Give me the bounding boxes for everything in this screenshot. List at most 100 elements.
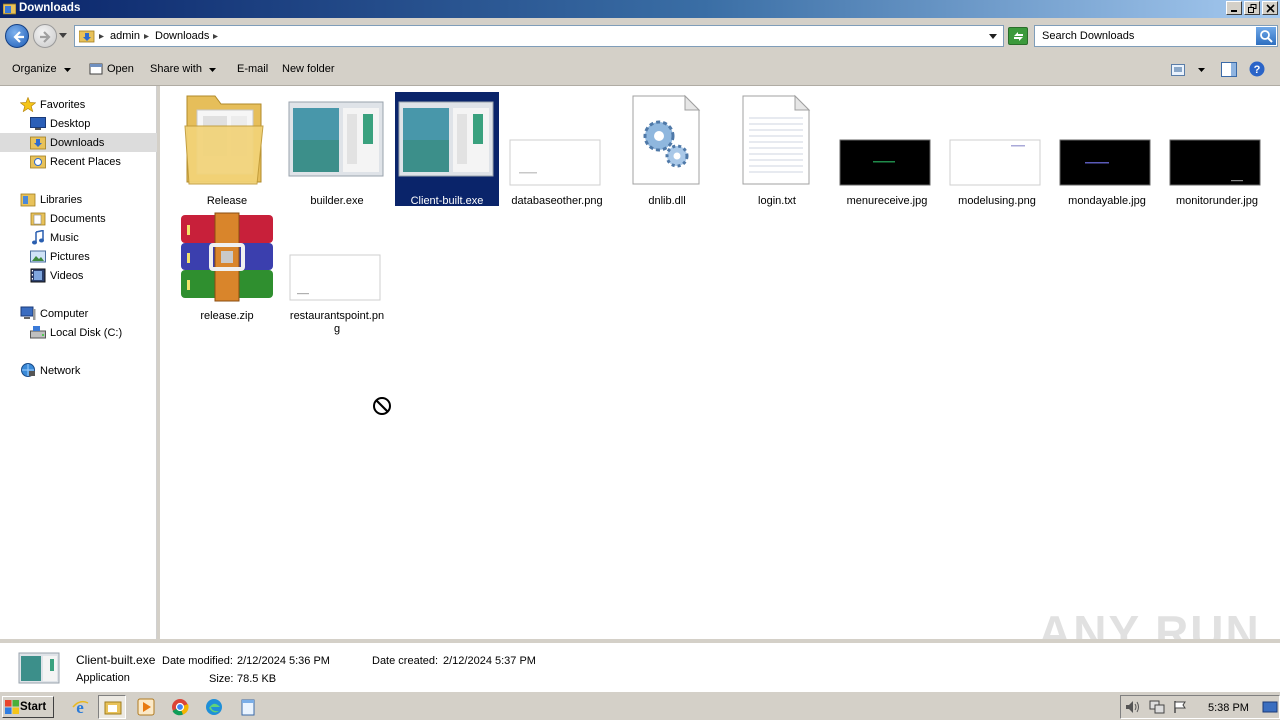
folder-icon [104,701,122,715]
folder-icon [3,3,16,15]
file-item-client-built-exe[interactable]: Client-built.exe [395,92,499,207]
not-allowed-cursor-icon [373,397,391,415]
breadcrumb-separator-icon[interactable] [213,34,218,39]
email-button[interactable]: E-mail [237,63,268,75]
nav-music[interactable]: Music [0,228,157,247]
recent-pages-dropdown-icon[interactable] [59,33,67,38]
nav-label: Music [50,232,79,244]
taskbar-notepad[interactable] [234,695,262,719]
command-bar: Organize Open Share with E-mail New fold… [0,54,1280,86]
application-window-icon [398,101,494,177]
breadcrumb-separator-icon[interactable] [144,34,149,39]
file-item-builder-exe[interactable]: builder.exe [285,92,389,207]
breadcrumb-downloads[interactable]: Downloads [155,30,209,42]
details-file-name: Client-built.exe [76,653,156,667]
minimize-button[interactable] [1226,1,1242,15]
file-name: mondayable.jpg [1068,195,1146,207]
file-item-modelusing-png[interactable]: modelusing.png [945,92,1049,207]
taskbar-internet-explorer[interactable]: e [66,695,94,719]
window-title: Downloads [19,2,81,14]
address-row: admin Downloads Search Downloads [0,18,1280,54]
file-item-mondayable-jpg[interactable]: mondayable.jpg [1055,92,1159,207]
svg-text:?: ? [1254,64,1261,76]
image-thumbnail-icon [839,139,931,186]
svg-text:e: e [76,698,84,716]
nav-label: Libraries [40,194,83,206]
share-with-menu[interactable]: Share with [150,63,202,75]
file-item-dnlib-dll[interactable]: dnlib.dll [615,92,719,207]
nav-label: Computer [40,308,89,320]
close-button[interactable] [1262,1,1278,15]
share-with-dropdown-icon[interactable] [209,68,216,72]
computer-icon [20,306,36,320]
nav-computer[interactable]: Computer [0,304,157,323]
open-icon [89,63,103,75]
nav-downloads[interactable]: Downloads [0,133,157,152]
view-options-dropdown-icon[interactable] [1198,68,1205,72]
preview-pane-icon[interactable] [1221,62,1237,77]
refresh-icon [1014,32,1023,41]
details-file-type: Application [76,672,130,684]
refresh-button[interactable] [1008,27,1028,45]
restore-icon [1248,4,1257,13]
speaker-icon[interactable] [1125,700,1141,714]
taskbar-clock[interactable]: 5:38 PM [1208,702,1249,714]
taskbar-media-player[interactable] [132,695,160,719]
text-document-icon [742,94,811,185]
file-item-monitorunder-jpg[interactable]: monitorunder.jpg [1165,92,1269,207]
nav-network[interactable]: Network [0,361,157,380]
file-name: modelusing.png [958,195,1036,207]
nav-label: Downloads [50,137,105,149]
network-status-icon[interactable] [1149,700,1165,714]
breadcrumb-admin[interactable]: admin [110,30,140,42]
nav-videos[interactable]: Videos [0,266,157,285]
restore-button[interactable] [1244,1,1260,15]
network-icon [21,363,35,377]
nav-recent-places[interactable]: Recent Places [0,152,157,171]
nav-label: Pictures [50,251,90,263]
file-item-release-zip[interactable]: release.zip [175,207,279,322]
close-icon [1266,4,1275,13]
organize-dropdown-icon[interactable] [64,68,71,72]
nav-local-disk[interactable]: Local Disk (C:) [0,323,157,342]
application-window-icon [18,652,60,684]
taskbar-chrome[interactable] [166,695,194,719]
nav-libraries[interactable]: Libraries [0,190,157,209]
change-view-icon[interactable] [1171,64,1185,76]
new-folder-button[interactable]: New folder [282,63,335,75]
address-history-dropdown-icon[interactable] [989,34,997,39]
nav-label: Favorites [40,99,86,111]
nav-documents[interactable]: Documents [0,209,157,228]
help-icon[interactable]: ? [1249,61,1265,77]
breadcrumb-separator-icon[interactable] [99,34,104,39]
image-thumbnail-icon [1059,139,1151,186]
minimize-icon [1231,10,1237,12]
search-input[interactable]: Search Downloads [1042,30,1134,42]
details-pane: Client-built.exe Application Date modifi… [0,639,1280,691]
action-center-flag-icon[interactable] [1173,700,1187,714]
show-desktop-icon[interactable] [1262,699,1278,715]
start-button[interactable]: Start [2,696,54,718]
file-item-login-txt[interactable]: login.txt [725,92,829,207]
internet-explorer-icon: e [72,698,89,716]
search-box[interactable]: Search Downloads [1034,25,1278,47]
address-bar[interactable]: admin Downloads [74,25,1004,47]
back-button[interactable] [5,24,29,48]
music-icon [32,230,44,245]
documents-icon [30,212,46,226]
taskbar-explorer[interactable] [98,695,126,719]
nav-pictures[interactable]: Pictures [0,247,157,266]
file-item-menureceive-jpg[interactable]: menureceive.jpg [835,92,939,207]
windows-logo-icon [5,700,19,714]
nav-desktop[interactable]: Desktop [0,114,157,133]
forward-button[interactable] [33,24,57,48]
file-item-release-folder[interactable]: Release [175,92,279,207]
taskbar-edge[interactable] [200,695,228,719]
file-item-restaurantspoint-png[interactable]: restaurantspoint.png [285,207,389,335]
nav-favorites[interactable]: Favorites [0,95,157,114]
date-modified-value: 2/12/2024 5:36 PM [237,655,330,667]
file-item-databaseother-png[interactable]: databaseother.png [505,92,609,207]
search-button[interactable] [1256,27,1276,45]
open-button[interactable]: Open [107,63,134,75]
organize-menu[interactable]: Organize [12,63,57,75]
